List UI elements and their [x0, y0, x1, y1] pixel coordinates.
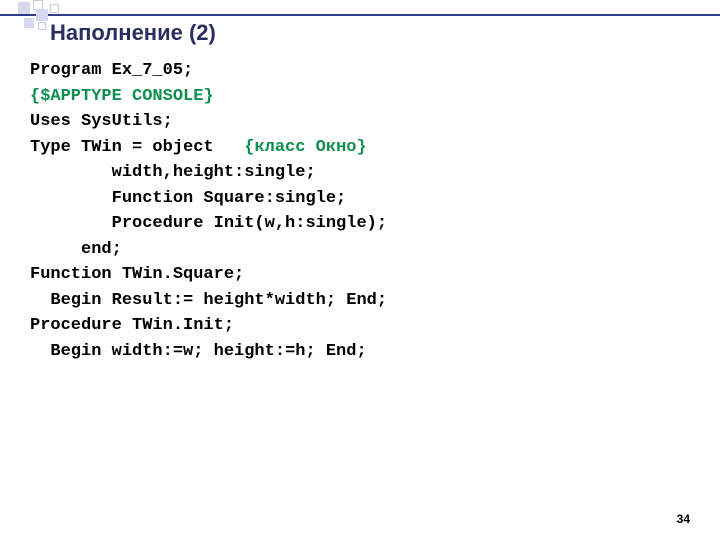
- code-line: Type TWin = object: [30, 138, 244, 157]
- decor-square: [38, 22, 46, 30]
- decor-square: [50, 4, 59, 13]
- page-number: 34: [677, 512, 690, 526]
- decor-square: [24, 18, 34, 28]
- code-line: Begin Result:= height*width; End;: [30, 291, 387, 310]
- code-line: Function TWin.Square;: [30, 265, 244, 284]
- decor-square: [36, 9, 48, 21]
- code-line: Begin width:=w; height:=h; End;: [30, 342, 367, 361]
- code-line: {$APPTYPE CONSOLE}: [30, 87, 214, 106]
- decor-square: [18, 2, 30, 14]
- header-bar: [0, 14, 720, 16]
- code-line: Function Square:single;: [30, 189, 346, 208]
- code-line: Uses SysUtils;: [30, 112, 173, 131]
- code-line: width,height:single;: [30, 163, 316, 182]
- page-title: Наполнение (2): [50, 20, 216, 46]
- code-line: Procedure TWin.Init;: [30, 316, 234, 335]
- code-line: end;: [30, 240, 122, 259]
- code-line: Program Ex_7_05;: [30, 61, 193, 80]
- code-comment: {класс Окно}: [244, 138, 366, 157]
- code-block: Program Ex_7_05; {$APPTYPE CONSOLE} Uses…: [30, 58, 387, 364]
- code-line: Procedure Init(w,h:single);: [30, 214, 387, 233]
